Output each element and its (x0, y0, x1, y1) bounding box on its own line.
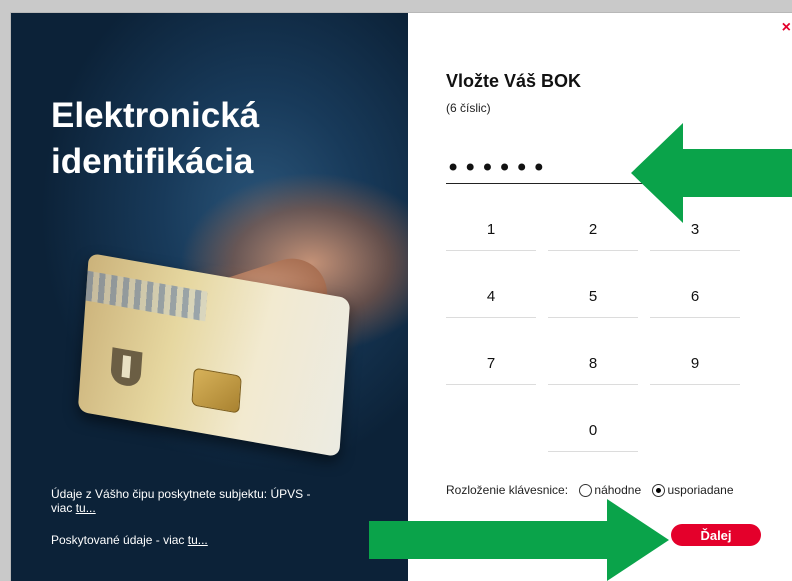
pin-subtitle: (6 číslic) (446, 101, 491, 115)
radio-ordered[interactable] (652, 484, 666, 497)
radio-random[interactable] (579, 484, 593, 497)
layout-option-random-label: náhodne (594, 483, 642, 497)
key-8[interactable]: 8 (548, 343, 638, 385)
promo-title: Elektronická identifikácia (51, 93, 259, 185)
provided-data-text: Poskytované údaje - viac (51, 533, 188, 547)
keyboard-layout-label: Rozloženie klávesnice: (446, 483, 569, 497)
key-1[interactable]: 1 (446, 209, 536, 251)
key-3[interactable]: 3 (650, 209, 740, 251)
card-hologram (85, 270, 208, 322)
key-6[interactable]: 6 (650, 276, 740, 318)
chip-data-note: Údaje z Vášho čipu poskytnete subjektu: … (51, 487, 321, 515)
pin-title: Vložte Váš BOK (446, 71, 582, 91)
promo-title-line2: identifikácia (51, 142, 254, 181)
next-button[interactable]: Ďalej (671, 524, 761, 546)
provided-data-note: Poskytované údaje - viac tu... (51, 533, 208, 547)
key-7[interactable]: 7 (446, 343, 536, 385)
provided-data-more-link[interactable]: tu... (188, 533, 208, 547)
key-4[interactable]: 4 (446, 276, 536, 318)
pin-input[interactable] (446, 153, 644, 184)
layout-option-ordered[interactable]: usporiadane (644, 483, 734, 497)
key-9[interactable]: 9 (650, 343, 740, 385)
key-5[interactable]: 5 (548, 276, 638, 318)
eid-dialog: Elektronická identifikácia Údaje z Vášho… (10, 12, 792, 581)
promo-panel: Elektronická identifikácia Údaje z Vášho… (11, 13, 408, 581)
coat-of-arms-icon (110, 347, 143, 389)
layout-option-ordered-label: usporiadane (667, 483, 734, 497)
chip-data-more-link[interactable]: tu... (76, 501, 96, 515)
layout-option-random[interactable]: náhodne (571, 483, 641, 497)
promo-title-line1: Elektronická (51, 96, 260, 135)
key-2[interactable]: 2 (548, 209, 638, 251)
chip-icon (191, 367, 242, 414)
keyboard-layout-selector: Rozloženie klávesnice: náhodne usporiada… (446, 483, 734, 497)
pin-panel: × Vložte Váš BOK (6 číslic) 1 2 3 4 5 6 … (408, 13, 792, 581)
key-0[interactable]: 0 (548, 410, 638, 452)
close-icon[interactable]: × (782, 19, 791, 37)
